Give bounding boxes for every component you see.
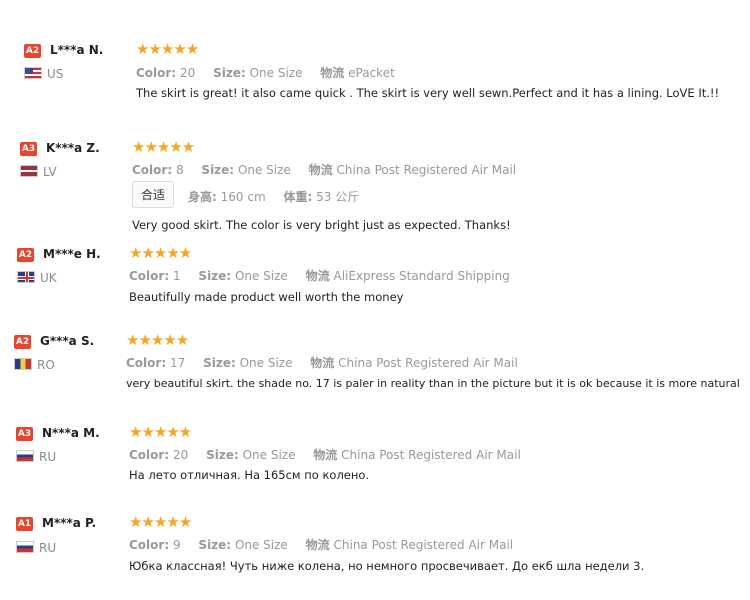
- shipping-value: AliExpress Standard Shipping: [333, 269, 510, 283]
- review-text: The skirt is great! it also came quick .…: [136, 86, 720, 100]
- size-value: One Size: [234, 269, 288, 283]
- size-label: Size:: [203, 356, 236, 370]
- reviewer-country: US: [47, 67, 64, 81]
- color-value: 9: [172, 538, 181, 552]
- color-label: Color:: [136, 66, 177, 80]
- height-label: 身高:: [188, 190, 217, 204]
- buyer-level-badge: A3: [16, 427, 33, 441]
- review-meta: Color: 9 Size: One Size 物流 China Post Re…: [129, 536, 527, 553]
- size-label: Size:: [206, 448, 239, 462]
- height-value: 160 cm: [220, 190, 266, 204]
- size-label: Size:: [213, 66, 246, 80]
- size-label: Size:: [198, 538, 232, 552]
- us-flag-icon: [24, 67, 42, 79]
- shipping-value: China Post Registered Air Mail: [336, 163, 517, 177]
- shipping-value: China Post Registered Air Mail: [341, 448, 521, 462]
- reviewer-name: G***a S.: [40, 334, 95, 348]
- color-label: Color:: [129, 269, 170, 283]
- uk-flag-icon: [17, 271, 35, 283]
- rating-stars: ★★★★★: [129, 244, 192, 262]
- reviewer-name: L***a N.: [50, 43, 104, 57]
- shipping-label: 物流: [305, 269, 330, 283]
- ru-flag-icon: [16, 541, 34, 553]
- size-value: One Size: [234, 538, 288, 552]
- weight-value: 53 公斤: [316, 190, 360, 204]
- size-value: One Size: [249, 66, 303, 80]
- ro-flag-icon: [14, 358, 32, 370]
- shipping-value: China Post Registered Air Mail: [338, 356, 518, 370]
- review-text: Very good skirt. The color is very brigh…: [132, 218, 511, 232]
- shipping-label: 物流: [308, 163, 333, 177]
- shipping-label: 物流: [313, 448, 338, 462]
- review-text: very beautiful skirt. the shade no. 17 i…: [126, 377, 740, 390]
- buyer-level-badge: A3: [20, 142, 37, 156]
- weight-label: 体重:: [283, 190, 313, 204]
- color-value: 20: [179, 66, 196, 80]
- shipping-label: 物流: [305, 538, 330, 552]
- rating-stars: ★★★★★: [129, 423, 192, 441]
- size-value: One Size: [242, 448, 296, 462]
- size-label: Size:: [201, 163, 235, 177]
- review-meta: Color: 1 Size: One Size 物流 AliExpress St…: [129, 267, 524, 284]
- review-text: Юбка классная! Чуть ниже колена, но немн…: [129, 559, 645, 573]
- color-value: 8: [175, 163, 184, 177]
- rating-stars: ★★★★★: [132, 138, 195, 156]
- reviewer-country: RU: [39, 541, 57, 555]
- body-measurements: 身高: 160 cm 体重: 53 公斤: [188, 188, 373, 205]
- review-meta: Color: 8 Size: One Size 物流 China Post Re…: [132, 161, 530, 178]
- reviewer-name: M***a P.: [42, 516, 97, 530]
- ru-flag-icon: [16, 450, 34, 462]
- reviewer-name: N***a M.: [42, 426, 100, 440]
- color-value: 20: [172, 448, 189, 462]
- review-meta: Color: 20 Size: One Size 物流 China Post R…: [129, 446, 535, 463]
- reviewer-name: K***a Z.: [46, 141, 100, 155]
- size-label: Size:: [198, 269, 232, 283]
- reviewer-country: RU: [39, 450, 57, 464]
- review-text: На лето отличная. На 165см по колено.: [129, 468, 370, 482]
- shipping-label: 物流: [320, 66, 345, 80]
- color-label: Color:: [129, 538, 170, 552]
- reviewer-country: LV: [43, 165, 57, 179]
- rating-stars: ★★★★★: [136, 40, 199, 58]
- color-label: Color:: [132, 163, 173, 177]
- review-text: Beautifully made product well worth the …: [129, 290, 404, 304]
- color-label: Color:: [126, 356, 167, 370]
- buyer-level-badge: A2: [14, 335, 31, 349]
- review-meta: Color: 20 Size: One Size 物流 ePacket: [136, 64, 409, 81]
- color-value: 17: [169, 356, 186, 370]
- fit-tag: 合适: [132, 181, 175, 208]
- reviewer-country: UK: [40, 271, 57, 285]
- rating-stars: ★★★★★: [126, 331, 189, 349]
- color-label: Color:: [129, 448, 170, 462]
- size-value: One Size: [239, 356, 293, 370]
- shipping-label: 物流: [310, 356, 335, 370]
- size-value: One Size: [237, 163, 291, 177]
- buyer-level-badge: A2: [17, 248, 34, 262]
- rating-stars: ★★★★★: [129, 513, 192, 531]
- buyer-level-badge: A2: [24, 44, 41, 58]
- shipping-value: China Post Registered Air Mail: [333, 538, 514, 552]
- reviewer-country: RO: [37, 358, 55, 372]
- buyer-level-badge: A1: [16, 517, 33, 531]
- reviewer-name: M***e H.: [43, 247, 101, 261]
- shipping-value: ePacket: [348, 66, 395, 80]
- lv-flag-icon: [20, 165, 38, 177]
- review-meta: Color: 17 Size: One Size 物流 China Post R…: [126, 354, 532, 371]
- color-value: 1: [172, 269, 181, 283]
